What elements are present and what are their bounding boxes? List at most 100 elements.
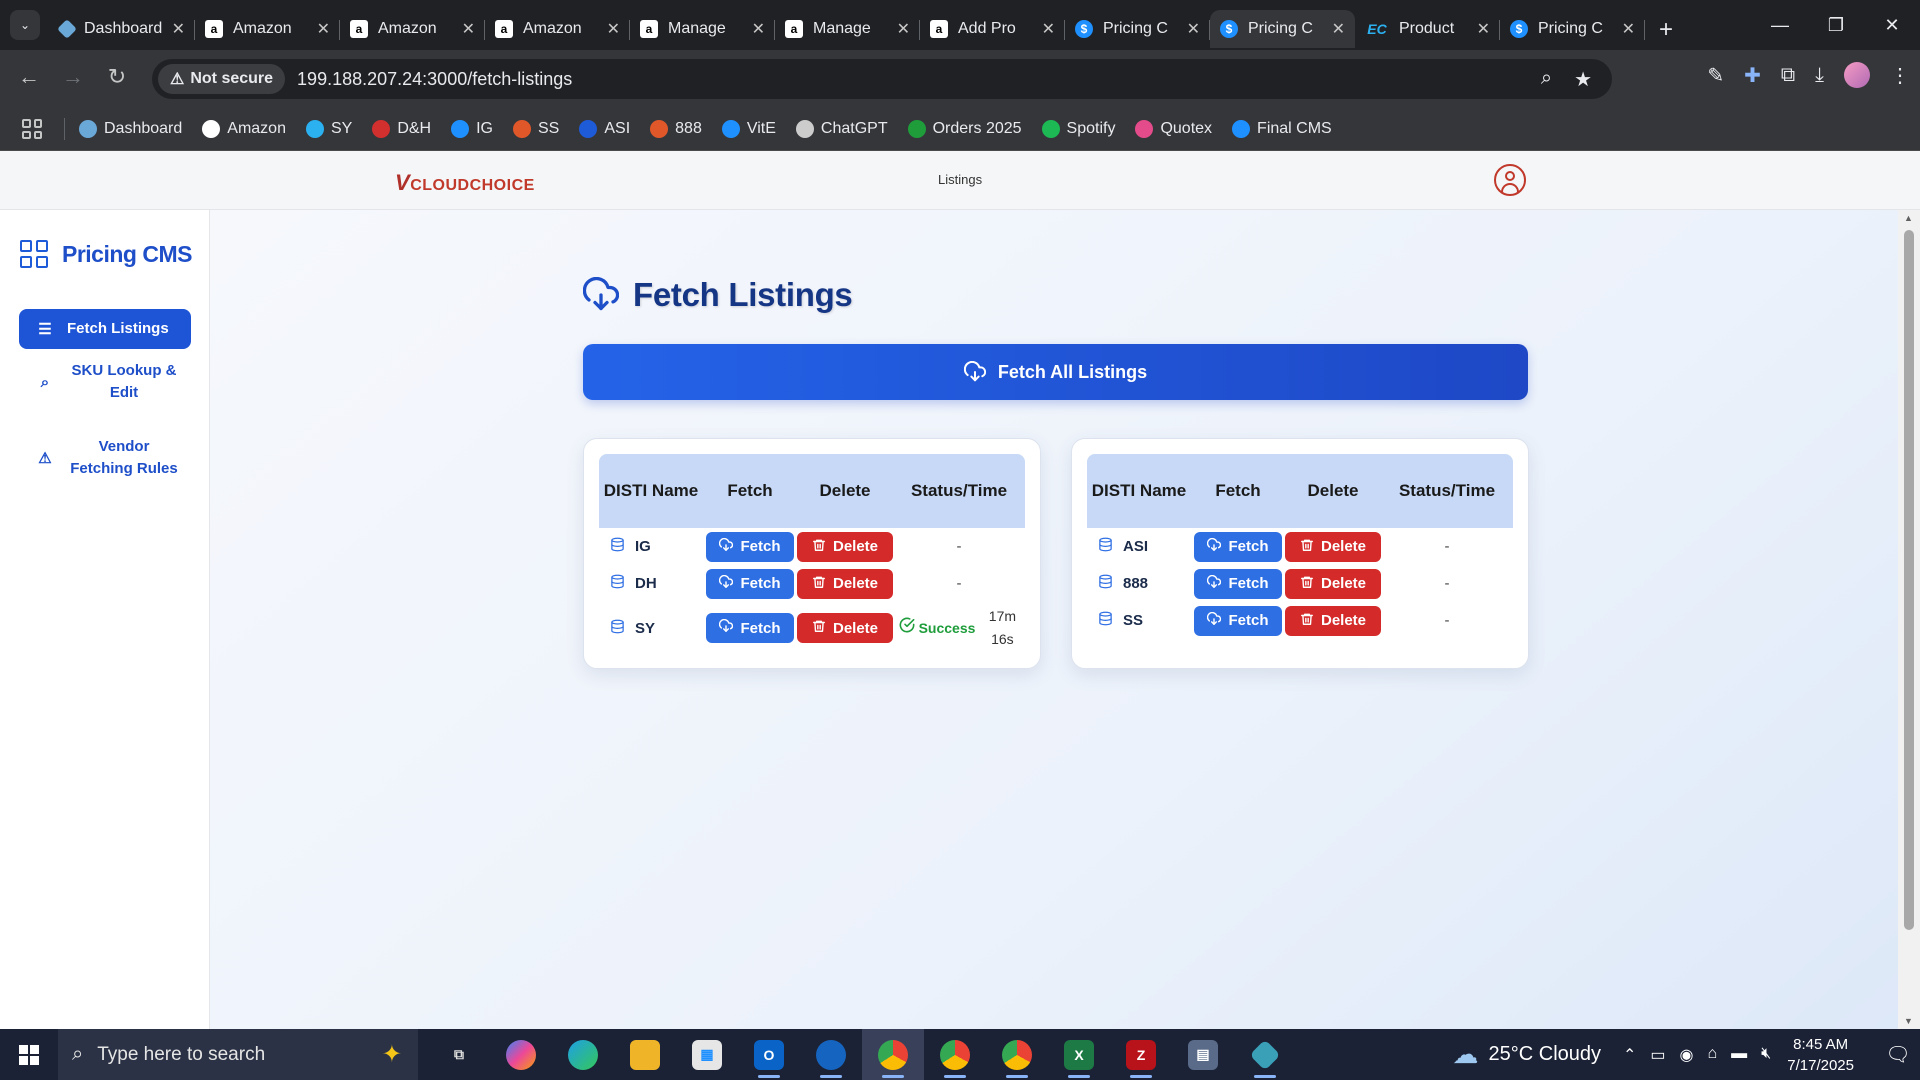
nav-link-listings[interactable]: Listings: [938, 172, 982, 187]
reload-icon[interactable]: ↻: [102, 64, 132, 90]
task-view-button[interactable]: ⧉: [428, 1029, 490, 1080]
url-text[interactable]: 199.188.207.24:3000/fetch-listings: [297, 69, 572, 90]
fetch-button[interactable]: Fetch: [1194, 531, 1282, 562]
volume-muted-icon[interactable]: 🔇︎: [1761, 1045, 1771, 1065]
bookmark-item[interactable]: Dashboard: [79, 120, 182, 138]
browser-tab[interactable]: Dashboard ✕: [50, 10, 195, 48]
sidebar-item-vendor-rules[interactable]: ⚠ Vendor Fetching Rules: [19, 436, 191, 480]
bookmark-item[interactable]: ChatGPT: [795, 120, 888, 138]
delete-button[interactable]: Delete: [1285, 605, 1381, 636]
scroll-up-icon[interactable]: ▲: [1904, 213, 1913, 223]
close-icon[interactable]: ✕: [897, 19, 910, 39]
delete-button[interactable]: Delete: [797, 531, 893, 562]
vcloudchoice-logo[interactable]: VCLOUDCHOICE: [395, 170, 535, 196]
page-scrollbar[interactable]: ▲ ▼: [1898, 210, 1920, 1029]
notification-center-icon[interactable]: 🗨︎: [1876, 1042, 1920, 1067]
security-chip[interactable]: ⚠ Not secure: [158, 64, 286, 94]
sidebar-item-sku-lookup[interactable]: ⌕ SKU Lookup & Edit: [19, 360, 191, 404]
fetch-button[interactable]: Fetch: [1194, 568, 1282, 599]
tab-search-button[interactable]: ⌄: [10, 10, 40, 40]
taskbar-search[interactable]: ⌕ Type here to search ✦: [58, 1029, 418, 1080]
forward-arrow-icon[interactable]: →: [58, 64, 88, 90]
camera-icon[interactable]: ◉: [1680, 1045, 1694, 1065]
close-icon[interactable]: ✕: [462, 19, 475, 39]
browser-tab[interactable]: a Amazon ✕: [485, 10, 630, 48]
taskbar-outlook[interactable]: O: [738, 1029, 800, 1080]
browser-tab-active[interactable]: $ Pricing C ✕: [1210, 10, 1355, 48]
browser-tab[interactable]: $ Pricing C ✕: [1065, 10, 1210, 48]
fetch-button[interactable]: Fetch: [706, 613, 794, 643]
fetch-button[interactable]: Fetch: [706, 531, 794, 562]
fetch-button[interactable]: Fetch: [706, 568, 794, 599]
close-icon[interactable]: ✕: [317, 19, 330, 39]
restore-icon[interactable]: ❐: [1808, 0, 1864, 50]
browser-tab[interactable]: a Manage ✕: [775, 10, 920, 48]
scroll-down-icon[interactable]: ▼: [1904, 1016, 1913, 1026]
taskbar-calendar[interactable]: [800, 1029, 862, 1080]
taskbar-file-explorer[interactable]: [614, 1029, 676, 1080]
omnibox[interactable]: ⚠ Not secure 199.188.207.24:3000/fetch-li…: [152, 59, 1612, 99]
bookmark-item[interactable]: VitE: [721, 120, 776, 138]
taskbar-clock[interactable]: 8:45 AM 7/17/2025: [1787, 1034, 1854, 1076]
fetch-all-listings-button[interactable]: Fetch All Listings: [583, 344, 1528, 400]
bookmark-item[interactable]: ASI: [579, 120, 630, 138]
chevron-up-icon[interactable]: ⌃: [1623, 1045, 1636, 1065]
download-icon[interactable]: ⤓: [1815, 64, 1824, 87]
browser-tab[interactable]: $ Pricing C ✕: [1500, 10, 1645, 48]
bookmark-item[interactable]: Spotify: [1041, 120, 1115, 138]
bookmark-item[interactable]: SS: [513, 120, 559, 138]
close-icon[interactable]: ✕: [1187, 19, 1200, 39]
browser-tab[interactable]: a Add Pro ✕: [920, 10, 1065, 48]
extension-feather-icon[interactable]: ✎: [1707, 63, 1724, 88]
chrome-menu-icon[interactable]: ⋮: [1890, 63, 1910, 88]
delete-button[interactable]: Delete: [1285, 531, 1381, 562]
scrollbar-thumb[interactable]: [1904, 230, 1914, 930]
taskbar-app-diamond[interactable]: [1234, 1029, 1296, 1080]
taskbar-copilot[interactable]: [490, 1029, 552, 1080]
taskbar-chrome[interactable]: [924, 1029, 986, 1080]
close-icon[interactable]: ✕: [752, 19, 765, 39]
profile-avatar[interactable]: [1844, 62, 1870, 88]
close-window-icon[interactable]: ✕: [1864, 0, 1920, 50]
browser-tab[interactable]: a Amazon ✕: [195, 10, 340, 48]
close-icon[interactable]: ✕: [607, 19, 620, 39]
close-icon[interactable]: ✕: [1477, 19, 1490, 39]
bookmark-item[interactable]: Quotex: [1135, 120, 1212, 138]
browser-tab[interactable]: EC Product ✕: [1355, 10, 1500, 48]
delete-button[interactable]: Delete: [797, 613, 893, 643]
taskbar-store[interactable]: ▦: [676, 1029, 738, 1080]
battery-icon[interactable]: ▬: [1731, 1045, 1747, 1065]
taskbar-calculator[interactable]: ▤: [1172, 1029, 1234, 1080]
copilot-sparkle-icon[interactable]: ✦: [382, 1040, 402, 1069]
bookmark-star-icon[interactable]: ★: [1574, 67, 1592, 92]
bookmark-item[interactable]: 888: [650, 120, 702, 138]
bookmark-item[interactable]: D&H: [372, 120, 431, 138]
browser-tab[interactable]: a Amazon ✕: [340, 10, 485, 48]
taskbar-chrome-active[interactable]: [862, 1029, 924, 1080]
delete-button[interactable]: Delete: [797, 568, 893, 599]
taskbar-filezilla[interactable]: Z: [1110, 1029, 1172, 1080]
bookmark-item[interactable]: IG: [451, 120, 493, 138]
user-account-icon[interactable]: [1494, 164, 1526, 196]
close-icon[interactable]: ✕: [172, 19, 185, 39]
taskbar-excel[interactable]: X: [1048, 1029, 1110, 1080]
display-icon[interactable]: ▭: [1650, 1045, 1665, 1065]
network-icon[interactable]: ⌂: [1708, 1045, 1718, 1065]
extension-puzzle-blue-icon[interactable]: ✚: [1744, 63, 1761, 88]
bookmark-item[interactable]: Final CMS: [1232, 120, 1332, 138]
back-arrow-icon[interactable]: ←: [14, 64, 44, 90]
start-button[interactable]: [0, 1044, 58, 1065]
bookmark-item[interactable]: Amazon: [202, 120, 286, 138]
zoom-icon[interactable]: ⌕: [1541, 67, 1552, 92]
browser-tab[interactable]: a Manage ✕: [630, 10, 775, 48]
fetch-button[interactable]: Fetch: [1194, 605, 1282, 636]
weather-widget[interactable]: ☁ 25°C Cloudy: [1453, 1039, 1602, 1070]
delete-button[interactable]: Delete: [1285, 568, 1381, 599]
apps-grid-icon[interactable]: [22, 119, 42, 139]
new-tab-plus-icon[interactable]: +: [1659, 16, 1673, 50]
taskbar-chrome-profile[interactable]: [986, 1029, 1048, 1080]
bookmark-item[interactable]: SY: [305, 120, 352, 138]
sidebar-item-fetch-listings[interactable]: ☰ Fetch Listings: [19, 309, 191, 349]
extensions-puzzle-icon[interactable]: ⧉: [1781, 64, 1795, 87]
bookmark-item[interactable]: Orders 2025: [907, 120, 1022, 138]
